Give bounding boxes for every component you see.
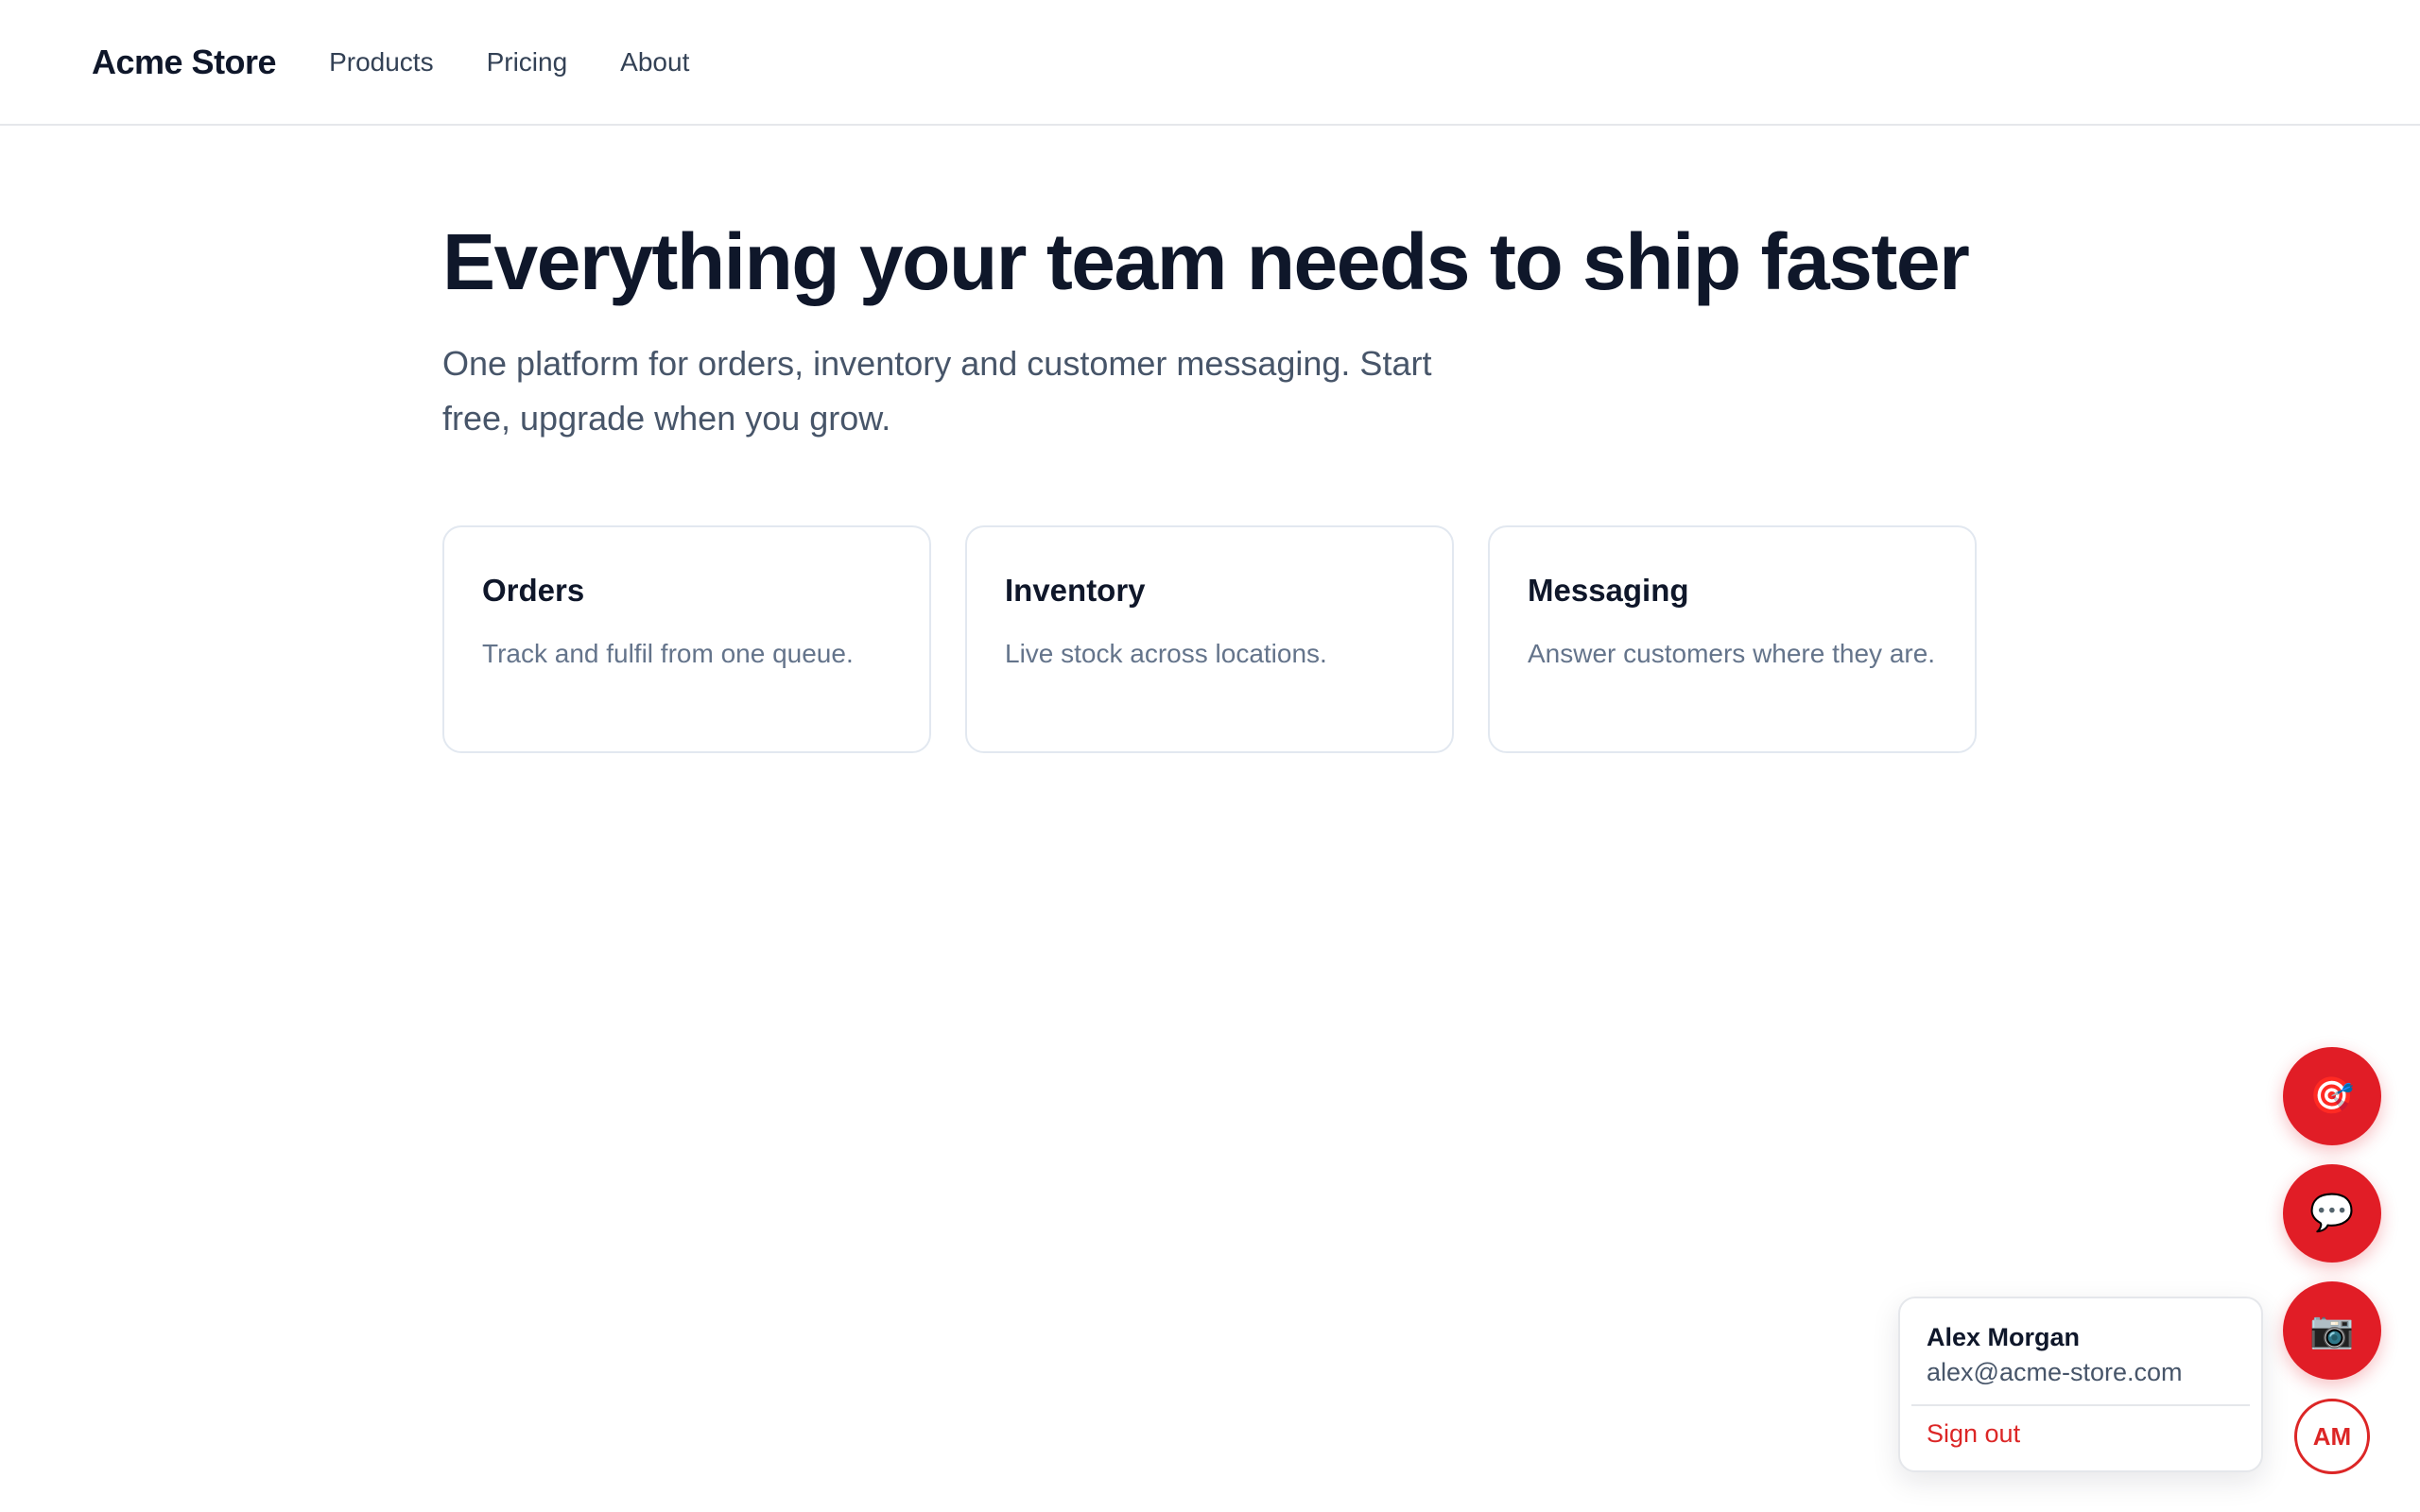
- user-menu-dropdown: Alex Morgan alex@acme-store.com Sign out: [1898, 1297, 2263, 1472]
- feature-cards: Orders Track and fulfil from one queue. …: [442, 525, 1977, 753]
- user-name: Alex Morgan: [1927, 1323, 2081, 1351]
- feature-card-title: Messaging: [1528, 573, 1689, 608]
- chat-bubble-icon: 💬: [2309, 1194, 2355, 1233]
- feature-card-inventory: Inventory Live stock across locations.: [965, 525, 1454, 753]
- feature-card-description: Answer customers where they are.: [1528, 639, 1936, 668]
- hero-subtitle: One platform for orders, inventory and c…: [442, 344, 1432, 438]
- brand-logo[interactable]: Acme Store: [92, 43, 277, 82]
- camera-action-button[interactable]: 📷: [2283, 1281, 2381, 1380]
- feature-card-orders: Orders Track and fulfil from one queue.: [442, 525, 931, 753]
- feature-card-title: Inventory: [1005, 573, 1146, 608]
- feature-card-description: Track and fulfil from one queue.: [482, 639, 854, 668]
- hero-title: Everything your team needs to ship faste…: [442, 217, 1970, 306]
- sign-out-button[interactable]: Sign out: [1900, 1419, 2261, 1449]
- nav-link-pricing[interactable]: Pricing: [487, 47, 568, 77]
- chat-action-button[interactable]: 💬: [2283, 1164, 2381, 1263]
- nav-link-products[interactable]: Products: [329, 47, 434, 77]
- camera-icon: 📷: [2309, 1311, 2355, 1350]
- target-action-button[interactable]: 🎯: [2283, 1047, 2381, 1145]
- feature-card-messaging: Messaging Answer customers where they ar…: [1488, 525, 1977, 753]
- menu-divider: [1911, 1404, 2250, 1406]
- target-icon: 🎯: [2309, 1076, 2355, 1116]
- hero-section: Everything your team needs to ship faste…: [442, 210, 1978, 446]
- user-email: alex@acme-store.com: [1927, 1358, 2183, 1386]
- feature-card-description: Live stock across locations.: [1005, 639, 1327, 668]
- top-navigation: Acme Store Products Pricing About: [0, 0, 2420, 126]
- feature-card-title: Orders: [482, 573, 585, 608]
- user-avatar-button[interactable]: AM: [2294, 1399, 2370, 1474]
- nav-link-about[interactable]: About: [620, 47, 689, 77]
